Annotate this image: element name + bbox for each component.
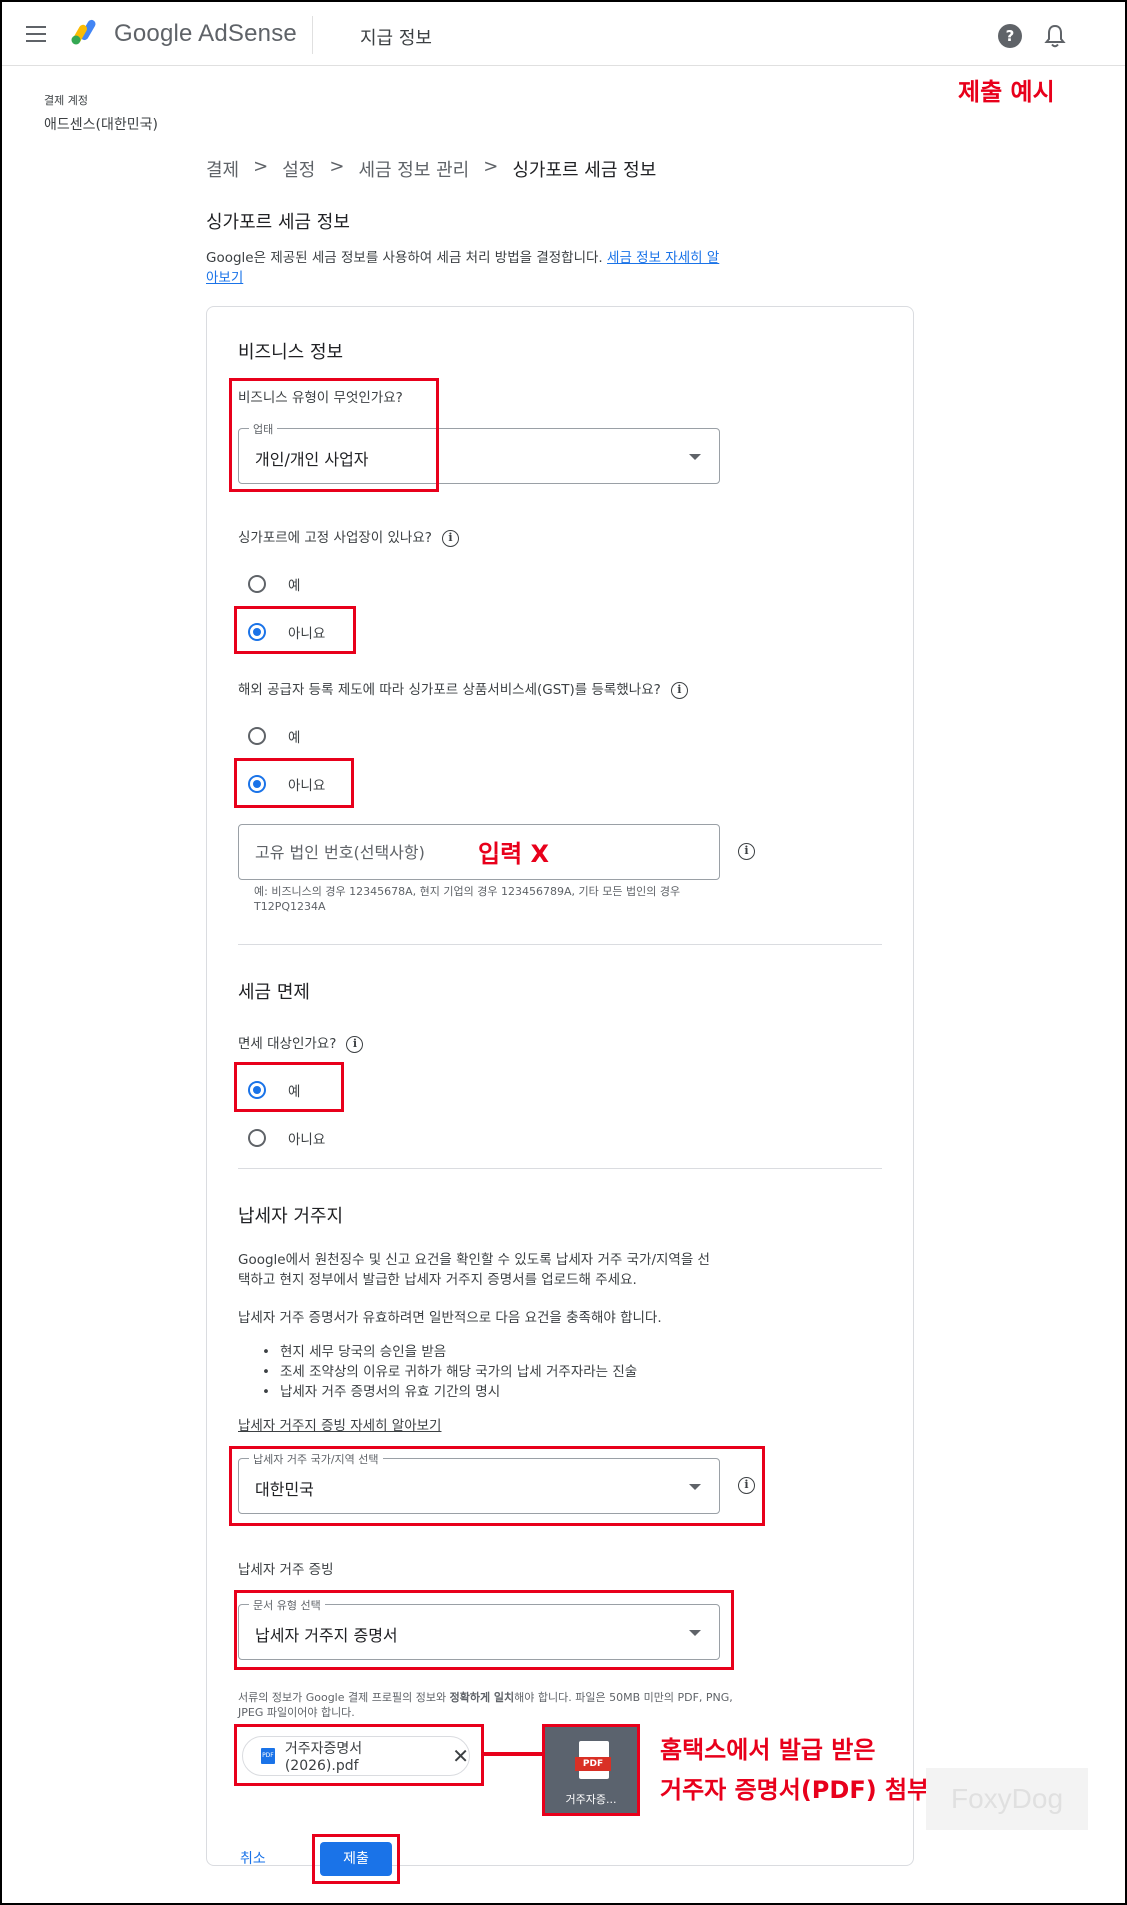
exemption-question-text: 면세 대상인가요? bbox=[238, 1036, 337, 1052]
notifications-bell-icon[interactable] bbox=[1044, 24, 1066, 48]
header-divider bbox=[312, 16, 313, 54]
document-type-label: 문서 유형 선택 bbox=[249, 1597, 325, 1613]
gst-yes-radio[interactable]: 예 bbox=[248, 726, 300, 746]
breadcrumb-separator: > bbox=[253, 156, 269, 177]
section-divider bbox=[238, 944, 882, 945]
example-annotation: 제출 예시 bbox=[958, 78, 1055, 106]
file-note-emphasis: 정확하게 일치 bbox=[449, 1691, 515, 1704]
exemption-no-radio[interactable]: 아니요 bbox=[248, 1128, 325, 1148]
dropdown-arrow-icon bbox=[689, 1484, 701, 1490]
breadcrumb: 결제 > 설정 > 세금 정보 관리 > 싱가포르 세금 정보 bbox=[206, 156, 656, 182]
breadcrumb-separator: > bbox=[329, 156, 345, 177]
uploaded-file-name: 거주자증명서(2026).pdf bbox=[284, 1741, 363, 1774]
file-requirement-note: 서류의 정보가 Google 결제 프로필의 정보와 정확하게 일치해야 합니다… bbox=[238, 1690, 738, 1720]
attach-annotation-line: 홈택스에서 발급 받은 bbox=[660, 1736, 876, 1764]
brand-name: Google AdSense bbox=[114, 20, 297, 47]
top-app-bar: Google AdSense 지급 정보 ? bbox=[2, 2, 1125, 66]
radio-label: 예 bbox=[288, 578, 301, 594]
radio-label: 예 bbox=[288, 730, 301, 746]
tax-residency-title: 납세자 거주지 bbox=[238, 1206, 344, 1227]
fixed-place-question: 싱가포르에 고정 사업장이 있나요? i bbox=[238, 526, 459, 547]
info-icon[interactable]: i bbox=[346, 1035, 364, 1053]
fixed-place-question-text: 싱가포르에 고정 사업장이 있나요? bbox=[238, 530, 432, 546]
breadcrumb-item-current: 싱가포르 세금 정보 bbox=[512, 160, 657, 181]
residency-proof-title: 납세자 거주 증빙 bbox=[238, 1562, 334, 1578]
dropdown-arrow-icon bbox=[689, 454, 701, 460]
pdf-thumbnail: PDF 거주자증... bbox=[542, 1724, 640, 1816]
intro-body: Google은 제공된 세금 정보를 사용하여 세금 처리 방법을 결정합니다. bbox=[206, 250, 603, 266]
country-select-value: 대한민국 bbox=[255, 1480, 314, 1499]
breadcrumb-item-tax-info[interactable]: 세금 정보 관리 bbox=[358, 156, 469, 182]
info-icon[interactable]: i bbox=[738, 1477, 755, 1494]
radio-label: 아니요 bbox=[288, 1132, 326, 1148]
residency-learn-more-link[interactable]: 납세자 거주지 증빙 자세히 알아보기 bbox=[238, 1416, 441, 1436]
hamburger-menu-icon[interactable] bbox=[26, 26, 46, 42]
gst-question-text: 해외 공급자 등록 제도에 따라 싱가포르 상품서비스세(GST)를 등록했나요… bbox=[238, 682, 661, 698]
document-type-select[interactable]: 문서 유형 선택 납세자 거주지 증명서 bbox=[238, 1597, 720, 1660]
pdf-file-icon: PDF bbox=[261, 1748, 275, 1764]
annotation-connector bbox=[484, 1752, 542, 1756]
account-label: 결제 계정 bbox=[44, 94, 88, 107]
help-icon[interactable]: ? bbox=[998, 24, 1022, 48]
info-icon[interactable]: i bbox=[670, 681, 688, 699]
attach-annotation: 홈택스에서 발급 받은 거주자 증명서(PDF) 첨부 bbox=[660, 1730, 929, 1810]
residency-country-select[interactable]: 납세자 거주 국가/지역 선택 대한민국 bbox=[238, 1451, 720, 1514]
close-icon[interactable]: ✕ bbox=[452, 1744, 469, 1768]
adsense-logo-icon bbox=[71, 19, 96, 45]
breadcrumb-separator: > bbox=[483, 156, 499, 177]
requirements-list: 현지 세무 당국의 승인을 받음 조세 조약상의 이유로 귀하가 해당 국가의 … bbox=[262, 1342, 637, 1402]
info-icon[interactable]: i bbox=[441, 529, 459, 547]
radio-button-selected-icon bbox=[248, 775, 266, 793]
intro-text: Google은 제공된 세금 정보를 사용하여 세금 처리 방법을 결정합니다.… bbox=[206, 248, 726, 288]
radio-label: 아니요 bbox=[288, 778, 326, 794]
section-heading: 싱가포르 세금 정보 bbox=[206, 212, 350, 233]
exemption-question: 면세 대상인가요? i bbox=[238, 1032, 364, 1053]
list-item: 납세자 거주 증명서의 유효 기간의 명시 bbox=[262, 1382, 637, 1402]
breadcrumb-item-billing[interactable]: 결제 bbox=[206, 156, 239, 182]
gst-no-radio[interactable]: 아니요 bbox=[248, 774, 325, 794]
uploaded-file-chip[interactable]: PDF 거주자증명서(2026).pdf ✕ bbox=[242, 1736, 470, 1776]
cancel-button[interactable]: 취소 bbox=[240, 1848, 266, 1868]
fixed-place-no-radio[interactable]: 아니요 bbox=[248, 622, 325, 642]
pdf-label: PDF bbox=[575, 1757, 611, 1771]
submit-button[interactable]: 제출 bbox=[320, 1842, 392, 1876]
radio-label: 예 bbox=[288, 1084, 301, 1100]
section-divider bbox=[238, 1168, 882, 1169]
account-name: 애드센스(대한민국) bbox=[44, 117, 158, 133]
radio-button-selected-icon bbox=[248, 623, 266, 641]
gst-question: 해외 공급자 등록 제도에 따라 싱가포르 상품서비스세(GST)를 등록했나요… bbox=[238, 678, 688, 699]
tax-exemption-title: 세금 면제 bbox=[238, 982, 310, 1003]
page-title: 지급 정보 bbox=[360, 28, 432, 49]
document-type-value: 납세자 거주지 증명서 bbox=[255, 1626, 398, 1645]
watermark: FoxyDog bbox=[926, 1768, 1088, 1830]
attach-annotation-line: 거주자 증명서(PDF) 첨부 bbox=[660, 1776, 930, 1804]
business-type-question: 비즈니스 유형이 무엇인가요? bbox=[238, 390, 403, 406]
radio-button-selected-icon bbox=[248, 1081, 266, 1099]
info-icon[interactable]: i bbox=[738, 843, 755, 860]
radio-button-icon bbox=[248, 727, 266, 745]
radio-button-icon bbox=[248, 575, 266, 593]
exemption-yes-radio[interactable]: 예 bbox=[248, 1080, 300, 1100]
pdf-document-icon: PDF bbox=[575, 1741, 611, 1779]
residency-description: Google에서 원천징수 및 신고 요건을 확인할 수 있도록 납세자 거주 … bbox=[238, 1252, 710, 1288]
list-item: 조세 조약상의 이유로 귀하가 해당 국가의 납세 거주자라는 진술 bbox=[262, 1362, 637, 1382]
no-input-annotation: 입력 X bbox=[478, 840, 550, 868]
business-type-select[interactable]: 업태 개인/개인 사업자 bbox=[238, 421, 720, 484]
business-type-label: 업태 bbox=[249, 421, 278, 437]
file-note-part: 서류의 정보가 Google 결제 프로필의 정보와 bbox=[238, 1691, 450, 1704]
business-info-title: 비즈니스 정보 bbox=[238, 342, 344, 363]
dropdown-arrow-icon bbox=[689, 1630, 701, 1636]
requirements-intro: 납세자 거주 증명서가 유효하려면 일반적으로 다음 요건을 충족해야 합니다. bbox=[238, 1310, 662, 1326]
radio-button-icon bbox=[248, 1129, 266, 1147]
country-select-label: 납세자 거주 국가/지역 선택 bbox=[249, 1451, 383, 1467]
fixed-place-yes-radio[interactable]: 예 bbox=[248, 574, 300, 594]
thumbnail-caption: 거주자증... bbox=[565, 1793, 617, 1806]
breadcrumb-item-settings[interactable]: 설정 bbox=[282, 156, 315, 182]
business-type-value: 개인/개인 사업자 bbox=[255, 450, 369, 469]
uen-helper-text: 예: 비즈니스의 경우 12345678A, 현지 기업의 경우 1234567… bbox=[254, 885, 681, 913]
list-item: 현지 세무 당국의 승인을 받음 bbox=[262, 1342, 637, 1362]
radio-label: 아니요 bbox=[288, 626, 326, 642]
